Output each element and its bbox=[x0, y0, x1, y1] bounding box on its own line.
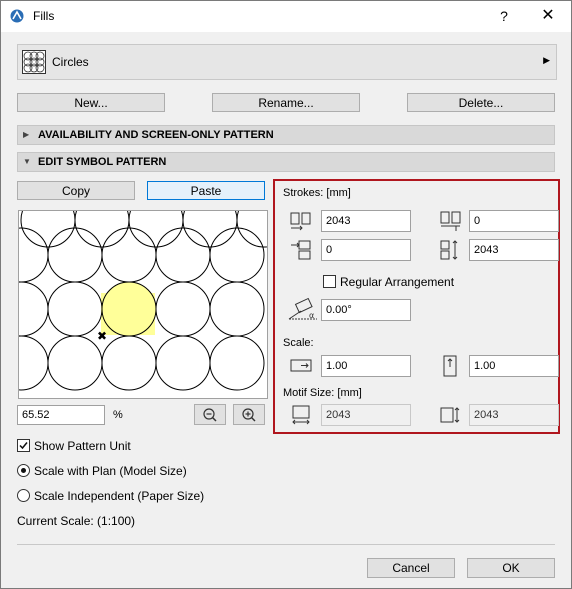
regular-arrangement-checkbox[interactable] bbox=[323, 275, 336, 288]
cancel-button[interactable]: Cancel bbox=[367, 558, 455, 578]
zoom-in-icon bbox=[242, 408, 256, 422]
angle-field[interactable]: 0.00° bbox=[321, 299, 411, 321]
scale-header: Scale: bbox=[283, 337, 314, 349]
copy-button[interactable]: Copy bbox=[17, 181, 135, 200]
regular-arrangement-row[interactable]: Regular Arrangement bbox=[323, 275, 454, 289]
y-spacing-icon bbox=[440, 240, 458, 260]
strokes-header: Strokes: [mm] bbox=[283, 187, 351, 199]
highlighted-circle bbox=[101, 281, 157, 337]
scale-with-plan-radio[interactable] bbox=[17, 464, 30, 477]
scale-y-field[interactable]: 1.00 bbox=[469, 355, 559, 377]
fills-dialog: Fills ? ✕ Circles ▶ New... Rename... Del… bbox=[0, 0, 572, 589]
motif-width-icon bbox=[292, 405, 310, 425]
motif-height-icon bbox=[440, 407, 460, 423]
motif-size-header: Motif Size: [mm] bbox=[283, 387, 362, 399]
scale-independent-row[interactable]: Scale Independent (Paper Size) bbox=[17, 489, 204, 503]
y-offset-field[interactable]: 0 bbox=[469, 210, 559, 232]
zoom-in-button[interactable] bbox=[233, 404, 265, 425]
zoom-out-icon bbox=[203, 408, 217, 422]
fill-name-label: Circles bbox=[52, 55, 89, 69]
scale-with-plan-row[interactable]: Scale with Plan (Model Size) bbox=[17, 464, 187, 478]
current-scale-text: Current Scale: (1:100) bbox=[17, 514, 136, 528]
scale-independent-radio[interactable] bbox=[17, 489, 30, 502]
scale-with-plan-label: Scale with Plan (Model Size) bbox=[34, 464, 187, 478]
x-offset-icon bbox=[291, 240, 311, 260]
x-spacing-icon bbox=[290, 212, 311, 231]
y-offset-icon bbox=[440, 211, 461, 231]
close-button[interactable]: ✕ bbox=[533, 5, 563, 27]
scale-x-icon bbox=[290, 359, 312, 372]
regular-arrangement-label: Regular Arrangement bbox=[340, 275, 455, 289]
x-spacing-field[interactable]: 2043 bbox=[321, 210, 411, 232]
help-button[interactable]: ? bbox=[489, 5, 519, 27]
angle-icon: α bbox=[288, 297, 317, 320]
zoom-out-button[interactable] bbox=[194, 404, 226, 425]
zoom-input[interactable]: 65.52 bbox=[17, 405, 105, 425]
edit-symbol-section-header[interactable]: ▼ EDIT SYMBOL PATTERN bbox=[17, 152, 555, 172]
zoom-unit-label: % bbox=[113, 409, 123, 421]
pattern-preview-canvas[interactable]: ✖ bbox=[18, 210, 268, 399]
edit-symbol-section-label: EDIT SYMBOL PATTERN bbox=[38, 156, 167, 168]
y-spacing-field[interactable]: 2043 bbox=[469, 239, 559, 261]
scale-y-icon bbox=[443, 355, 457, 377]
motif-height-field: 2043 bbox=[469, 404, 559, 426]
expand-arrow-icon: ▶ bbox=[23, 130, 30, 139]
fill-type-selector[interactable]: Circles ▶ bbox=[17, 44, 557, 80]
show-pattern-unit-label: Show Pattern Unit bbox=[34, 439, 131, 453]
scale-independent-label: Scale Independent (Paper Size) bbox=[34, 489, 205, 503]
show-pattern-unit-checkbox[interactable] bbox=[17, 439, 30, 452]
new-button[interactable]: New... bbox=[17, 93, 165, 112]
show-pattern-unit-row[interactable]: Show Pattern Unit bbox=[17, 439, 131, 453]
delete-button[interactable]: Delete... bbox=[407, 93, 555, 112]
scale-x-field[interactable]: 1.00 bbox=[321, 355, 411, 377]
rename-button[interactable]: Rename... bbox=[212, 93, 360, 112]
origin-marker-icon: ✖ bbox=[97, 329, 107, 343]
availability-section-label: AVAILABILITY AND SCREEN-ONLY PATTERN bbox=[38, 129, 274, 141]
collapse-arrow-icon: ▼ bbox=[23, 157, 31, 166]
checkmark-icon bbox=[19, 442, 28, 450]
chevron-right-icon: ▶ bbox=[543, 55, 550, 65]
pattern-preview-svg: ✖ bbox=[19, 211, 267, 391]
footer-divider bbox=[17, 544, 555, 545]
window-title: Fills bbox=[33, 9, 55, 23]
paste-button[interactable]: Paste bbox=[147, 181, 265, 200]
availability-section-header[interactable]: ▶ AVAILABILITY AND SCREEN-ONLY PATTERN bbox=[17, 125, 555, 145]
pattern-settings-panel: Strokes: [mm] 2043 0 0 2043 Regular Arra… bbox=[273, 179, 560, 434]
ok-button[interactable]: OK bbox=[467, 558, 555, 578]
archicad-app-icon bbox=[10, 9, 24, 23]
title-bar: Fills ? ✕ bbox=[1, 1, 571, 32]
motif-width-field: 2043 bbox=[321, 404, 411, 426]
svg-text:α: α bbox=[309, 311, 314, 320]
x-offset-field[interactable]: 0 bbox=[321, 239, 411, 261]
grid-pattern-icon bbox=[22, 50, 46, 74]
